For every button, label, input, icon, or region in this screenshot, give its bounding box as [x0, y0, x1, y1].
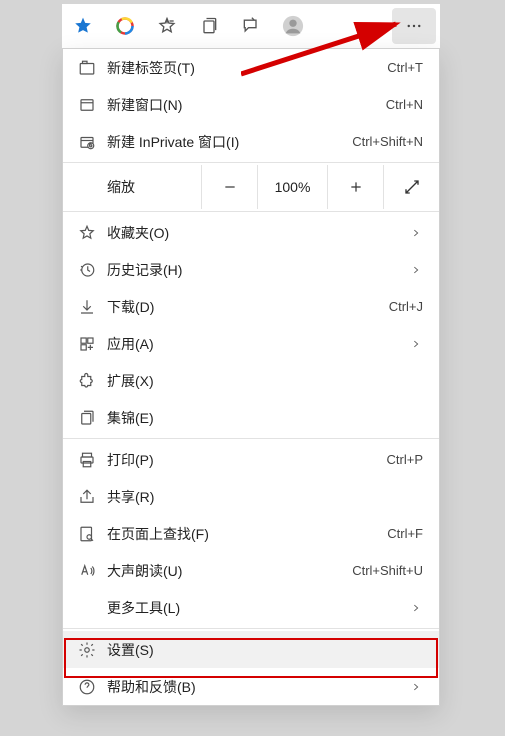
more-icon [405, 17, 423, 35]
feedback-icon[interactable] [230, 4, 272, 48]
menu-favorites[interactable]: 收藏夹(O) [63, 214, 439, 251]
chevron-right-icon [409, 228, 423, 238]
menu-apps[interactable]: 应用(A) [63, 325, 439, 362]
menu-new-window[interactable]: 新建窗口(N) Ctrl+N [63, 86, 439, 123]
chevron-right-icon [409, 682, 423, 692]
share-icon [73, 488, 101, 506]
menu-collections-label: 集锦(E) [101, 408, 423, 428]
chevron-right-icon [409, 339, 423, 349]
menu-help[interactable]: 帮助和反馈(B) [63, 668, 439, 705]
menu-downloads-hint: Ctrl+J [389, 299, 423, 314]
menu-history-label: 历史记录(H) [101, 260, 409, 280]
separator [63, 628, 439, 629]
menu-downloads-label: 下载(D) [101, 297, 389, 317]
read-aloud-icon [73, 562, 101, 580]
settings-icon [73, 641, 101, 659]
menu-read-aloud-hint: Ctrl+Shift+U [352, 563, 423, 578]
menu-extensions-label: 扩展(X) [101, 371, 423, 391]
menu-new-inprivate-hint: Ctrl+Shift+N [352, 134, 423, 149]
color-circle-icon[interactable] [104, 4, 146, 48]
collections-icon[interactable] [188, 4, 230, 48]
menu-print[interactable]: 打印(P) Ctrl+P [63, 441, 439, 478]
menu-settings-label: 设置(S) [101, 640, 423, 660]
zoom-in-button[interactable] [327, 165, 383, 209]
menu-collections[interactable]: 集锦(E) [63, 399, 439, 436]
new-window-icon [73, 96, 101, 114]
favorites-icon[interactable] [146, 4, 188, 48]
menu-new-inprivate-label: 新建 InPrivate 窗口(I) [101, 132, 352, 152]
download-icon [73, 298, 101, 316]
zoom-row: 缩放 100% [63, 165, 439, 209]
browser-toolbar [62, 4, 440, 48]
separator [63, 162, 439, 163]
menu-extensions[interactable]: 扩展(X) [63, 362, 439, 399]
print-icon [73, 451, 101, 469]
menu-history[interactable]: 历史记录(H) [63, 251, 439, 288]
menu-find[interactable]: 在页面上查找(F) Ctrl+F [63, 515, 439, 552]
menu-print-hint: Ctrl+P [387, 452, 423, 467]
menu-find-hint: Ctrl+F [387, 526, 423, 541]
menu-new-tab[interactable]: 新建标签页(T) Ctrl+T [63, 49, 439, 86]
menu-print-label: 打印(P) [101, 450, 387, 470]
separator [63, 211, 439, 212]
inprivate-icon [73, 133, 101, 151]
chevron-right-icon [409, 603, 423, 613]
apps-icon [73, 335, 101, 353]
menu-share-label: 共享(R) [101, 487, 423, 507]
help-icon [73, 678, 101, 696]
menu-find-label: 在页面上查找(F) [101, 524, 387, 544]
menu-read-aloud-label: 大声朗读(U) [101, 561, 352, 581]
bookmark-star-icon[interactable] [62, 4, 104, 48]
extensions-icon [73, 372, 101, 390]
menu-new-tab-hint: Ctrl+T [387, 60, 423, 75]
menu-new-inprivate[interactable]: 新建 InPrivate 窗口(I) Ctrl+Shift+N [63, 123, 439, 160]
app-menu: 新建标签页(T) Ctrl+T 新建窗口(N) Ctrl+N 新建 InPriv… [62, 48, 440, 706]
collections-menu-icon [73, 409, 101, 427]
chevron-right-icon [409, 265, 423, 275]
menu-more-tools-label: 更多工具(L) [101, 598, 409, 618]
profile-icon[interactable] [272, 4, 314, 48]
separator [63, 438, 439, 439]
zoom-value: 100% [257, 165, 327, 209]
find-icon [73, 525, 101, 543]
menu-downloads[interactable]: 下载(D) Ctrl+J [63, 288, 439, 325]
menu-read-aloud[interactable]: 大声朗读(U) Ctrl+Shift+U [63, 552, 439, 589]
fullscreen-button[interactable] [383, 165, 439, 209]
menu-share[interactable]: 共享(R) [63, 478, 439, 515]
menu-new-window-label: 新建窗口(N) [101, 95, 386, 115]
menu-new-tab-label: 新建标签页(T) [101, 58, 387, 78]
menu-apps-label: 应用(A) [101, 334, 409, 354]
menu-new-window-hint: Ctrl+N [386, 97, 423, 112]
favorites-menu-icon [73, 224, 101, 242]
menu-favorites-label: 收藏夹(O) [101, 223, 409, 243]
new-tab-icon [73, 59, 101, 77]
more-button[interactable] [392, 8, 436, 44]
menu-settings[interactable]: 设置(S) [63, 631, 439, 668]
menu-more-tools[interactable]: 更多工具(L) [63, 589, 439, 626]
zoom-label: 缩放 [63, 177, 173, 197]
menu-help-label: 帮助和反馈(B) [101, 677, 409, 697]
history-icon [73, 261, 101, 279]
zoom-out-button[interactable] [201, 165, 257, 209]
